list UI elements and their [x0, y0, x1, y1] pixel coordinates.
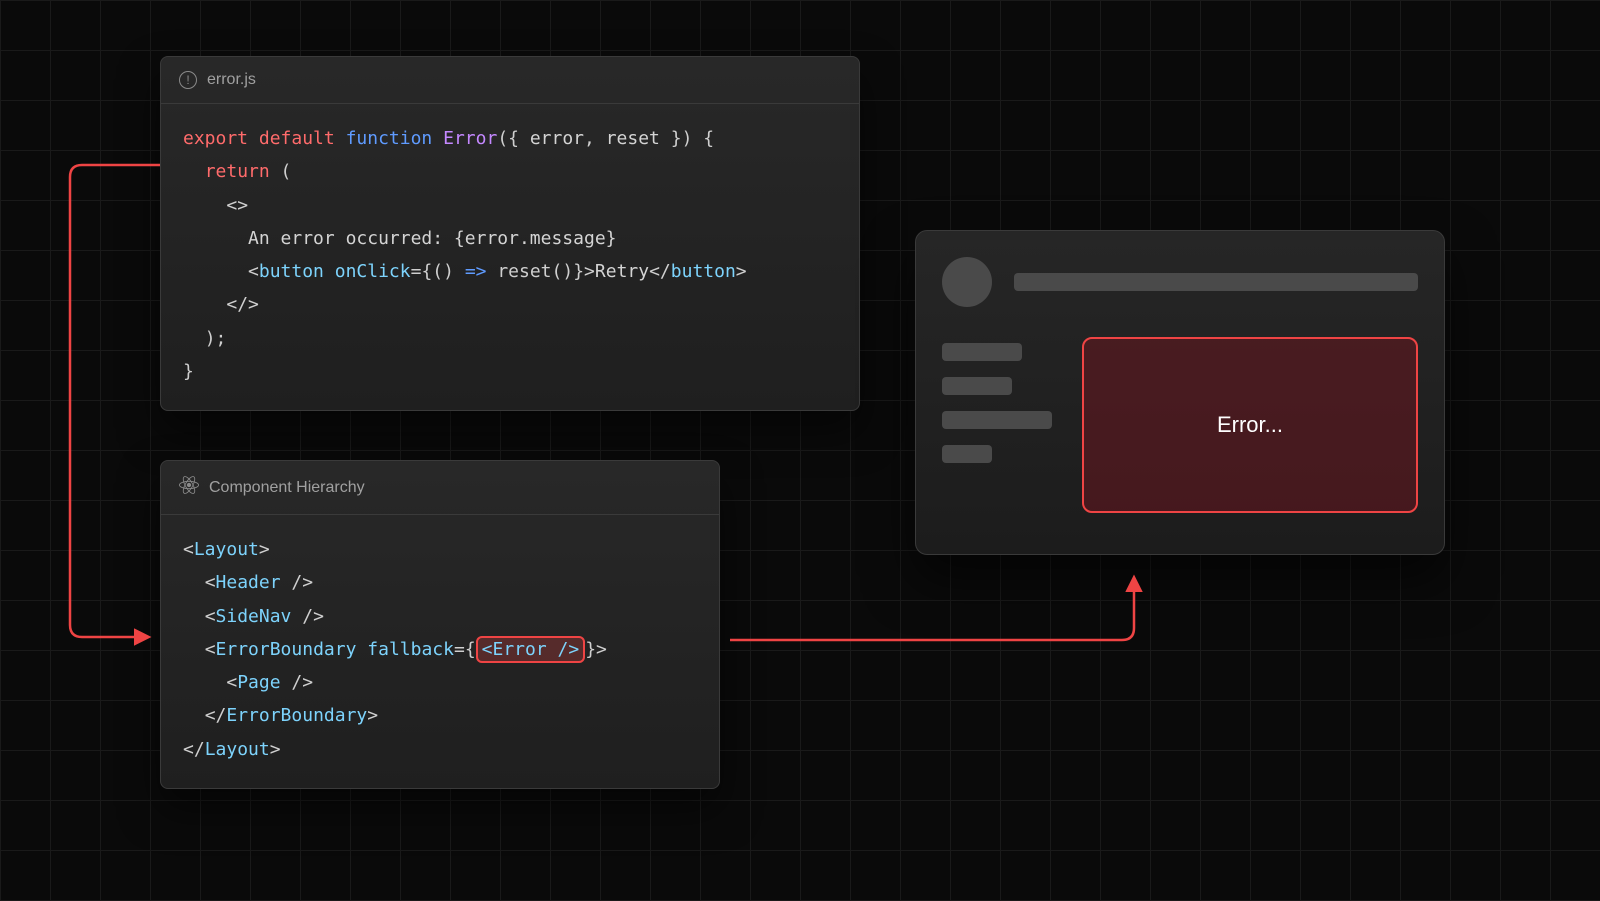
browser-mock: Error... — [915, 230, 1445, 555]
browser-body: Error... — [942, 337, 1418, 513]
hierarchy-panel-body: <Layout> <Header /> <SideNav /> <ErrorBo… — [161, 515, 719, 788]
react-icon — [179, 475, 199, 500]
error-region: Error... — [1082, 337, 1418, 513]
sidenav-item — [942, 411, 1052, 429]
hierarchy-panel-title: Component Hierarchy — [209, 479, 365, 497]
sidenav-item — [942, 343, 1022, 361]
code-panel-header: ! error.js — [161, 57, 859, 104]
sidenav-placeholder — [942, 337, 1052, 513]
code-panel-body: export default function Error({ error, r… — [161, 104, 859, 410]
sidenav-item — [942, 377, 1012, 395]
titlebar-placeholder — [1014, 273, 1418, 291]
browser-header — [942, 257, 1418, 307]
sidenav-item — [942, 445, 992, 463]
hierarchy-panel: Component Hierarchy <Layout> <Header /> … — [160, 460, 720, 789]
error-component-highlight: <Error /> — [476, 636, 586, 663]
hierarchy-panel-header: Component Hierarchy — [161, 461, 719, 515]
error-label: Error... — [1217, 412, 1283, 438]
error-icon: ! — [179, 71, 197, 89]
code-panel: ! error.js export default function Error… — [160, 56, 860, 411]
code-panel-title: error.js — [207, 71, 256, 89]
avatar-placeholder — [942, 257, 992, 307]
